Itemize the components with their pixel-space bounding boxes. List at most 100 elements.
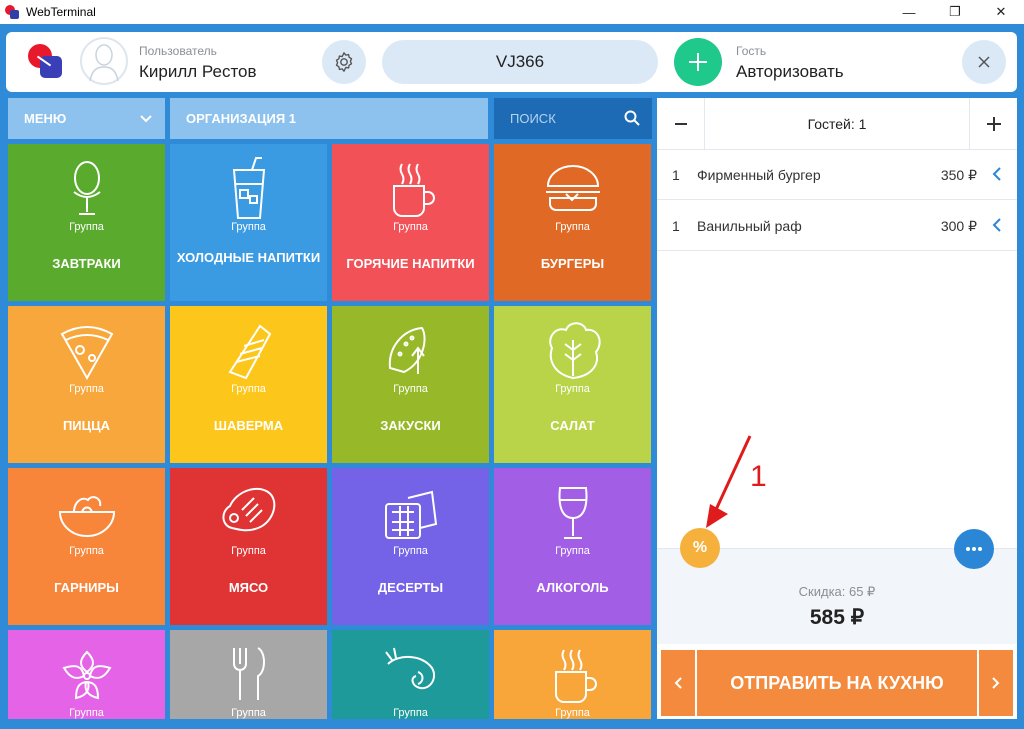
tile-shawarma[interactable]: Группа ШАВЕРМА	[170, 306, 327, 463]
tile-hot-cup[interactable]: Группа	[494, 630, 651, 719]
tile-group-label: Группа	[231, 221, 266, 233]
order-item[interactable]: 1 Ванильный раф 300 ₽	[657, 201, 1017, 251]
increase-guests-button[interactable]	[969, 98, 1017, 150]
send-bar: ОТПРАВИТЬ НА КУХНЮ	[661, 650, 1013, 716]
gear-icon	[335, 52, 353, 72]
order-total: 585 ₽	[809, 606, 865, 629]
tile-name: ЗАВТРАКИ	[52, 256, 121, 271]
salad-icon	[548, 322, 601, 380]
send-next-button[interactable]	[979, 650, 1013, 716]
tile-snacks[interactable]: Группа ЗАКУСКИ	[332, 306, 489, 463]
tile-name: АЛКОГОЛЬ	[536, 580, 609, 595]
user-avatar[interactable]	[80, 37, 128, 85]
search-icon	[624, 110, 640, 126]
tile-group-label: Группа	[555, 545, 590, 557]
tile-group-label: Группа	[231, 707, 266, 719]
chevron-left-icon[interactable]	[991, 166, 1003, 182]
tile-flower[interactable]: Группа	[8, 630, 165, 719]
item-qty: 1	[672, 167, 680, 183]
send-to-kitchen-button[interactable]: ОТПРАВИТЬ НА КУХНЮ	[697, 650, 977, 716]
dessert-icon	[384, 490, 437, 539]
tile-breakfast[interactable]: Группа ЗАВТРАКИ	[8, 144, 165, 301]
tile-meat[interactable]: Группа МЯСО	[170, 468, 327, 625]
user-caption: Пользователь	[139, 44, 217, 58]
order-code: VJ366	[495, 52, 545, 71]
tile-desserts[interactable]: Группа ДЕСЕРТЫ	[332, 468, 489, 625]
pizza-icon	[60, 326, 113, 381]
user-silhouette-icon	[89, 44, 119, 81]
tile-name: ПИЦЦА	[62, 418, 111, 433]
minus-icon	[674, 123, 687, 125]
tile-group-label: Группа	[393, 707, 428, 719]
tile-cold-drinks[interactable]: Группа ХОЛОДНЫЕ НАПИТКИ	[170, 144, 327, 301]
tile-salad[interactable]: Группа САЛАТ	[494, 306, 651, 463]
decrease-guests-button[interactable]	[657, 98, 705, 150]
tile-cutlery[interactable]: Группа	[170, 630, 327, 719]
close-order-button[interactable]	[962, 40, 1006, 84]
more-options-button[interactable]	[954, 529, 994, 569]
tile-name: БУРГЕРЫ	[540, 256, 605, 271]
tile-group-label: Группа	[69, 545, 104, 557]
tile-group-label: Группа	[555, 383, 590, 395]
item-name: Ванильный раф	[697, 218, 802, 234]
tile-name: ГАРНИРЫ	[54, 580, 119, 595]
cup-icon	[554, 649, 597, 703]
item-qty: 1	[672, 218, 680, 234]
search-button[interactable]: ПОИСК	[494, 98, 652, 139]
chevron-left-icon	[674, 677, 682, 689]
settings-button[interactable]	[322, 40, 366, 84]
authorize-guest-link[interactable]: Авторизовать	[736, 62, 844, 82]
tile-group-label: Группа	[69, 221, 104, 233]
chevron-right-icon	[992, 677, 1000, 689]
maximize-button[interactable]: ❐	[932, 0, 978, 24]
annotation-number: 1	[750, 460, 767, 493]
tile-name: ХОЛОДНЫЕ НАПИТКИ	[176, 250, 321, 265]
organization-selector[interactable]: ОРГАНИЗАЦИЯ 1	[170, 98, 488, 139]
send-prev-button[interactable]	[661, 650, 695, 716]
wine-icon	[558, 487, 587, 539]
tile-alcohol[interactable]: Группа АЛКОГОЛЬ	[494, 468, 651, 625]
send-to-kitchen-label: ОТПРАВИТЬ НА КУХНЮ	[730, 672, 944, 693]
app-logo-icon	[4, 4, 20, 20]
tile-name: ДЕСЕРТЫ	[377, 580, 444, 595]
user-name: Кирилл Рестов	[139, 62, 257, 81]
item-price: 300 ₽	[940, 218, 977, 234]
chevron-down-icon	[140, 115, 152, 123]
tile-name: САЛАТ	[550, 418, 595, 433]
order-item[interactable]: 1 Фирменный бургер 350 ₽	[657, 150, 1017, 200]
item-price: 350 ₽	[940, 167, 977, 183]
tile-hot-drinks[interactable]: Группа ГОРЯЧИЕ НАПИТКИ	[332, 144, 489, 301]
tile-name: ЗАКУСКИ	[380, 418, 441, 433]
search-label: ПОИСК	[510, 111, 556, 126]
tile-group-label: Группа	[555, 221, 590, 233]
window-close-button[interactable]: ✕	[978, 0, 1024, 24]
minimize-button[interactable]: —	[886, 0, 932, 24]
tile-burgers[interactable]: Группа БУРГЕРЫ	[494, 144, 651, 301]
tile-garnish[interactable]: Группа ГАРНИРЫ	[8, 468, 165, 625]
add-guest-button[interactable]	[674, 38, 722, 86]
percent-icon: %	[692, 539, 708, 556]
chevron-left-icon[interactable]	[991, 217, 1003, 233]
order-code-pill[interactable]: VJ366	[382, 40, 658, 84]
tile-seafood[interactable]: Группа	[332, 630, 489, 719]
plus-icon	[689, 53, 707, 71]
tile-group-label: Группа	[69, 707, 104, 719]
plus-icon	[986, 117, 1001, 131]
menu-dropdown[interactable]: МЕНЮ	[8, 98, 165, 139]
window-titlebar: WebTerminal — ❐ ✕	[0, 0, 1024, 24]
cutlery-icon	[232, 647, 265, 700]
organization-label: ОРГАНИЗАЦИЯ 1	[186, 111, 297, 126]
tile-pizza[interactable]: Группа ПИЦЦА	[8, 306, 165, 463]
discount-button[interactable]: %	[680, 528, 720, 568]
tile-name: ШАВЕРМА	[213, 418, 284, 433]
tile-group-label: Группа	[393, 383, 428, 395]
hot-drink-icon	[392, 163, 435, 217]
cold-drink-icon	[232, 157, 265, 219]
shrimp-icon	[384, 647, 435, 690]
snacks-icon	[388, 326, 426, 374]
item-name: Фирменный бургер	[697, 167, 821, 183]
tile-name: МЯСО	[228, 580, 269, 595]
tile-group-label: Группа	[231, 545, 266, 557]
guests-count: Гостей: 1	[807, 116, 867, 132]
discount-amount: Скидка: 65 ₽	[798, 584, 876, 599]
